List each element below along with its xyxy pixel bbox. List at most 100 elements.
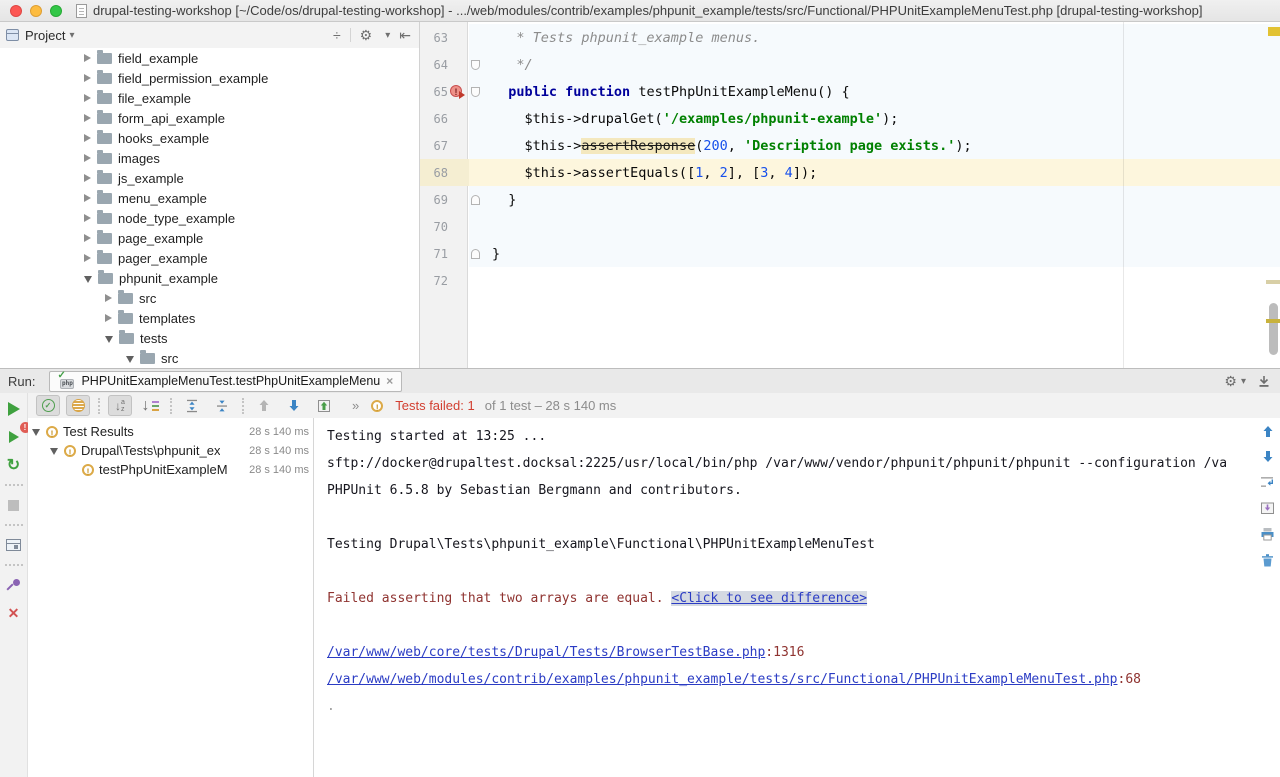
soft-wrap-button[interactable] (1260, 475, 1275, 489)
gutter-icon-slot[interactable] (448, 111, 466, 127)
chevron-collapsed-icon[interactable] (84, 254, 91, 262)
fold-marker-icon[interactable] (471, 60, 480, 70)
chevron-collapsed-icon[interactable] (84, 134, 91, 142)
fold-marker-icon[interactable] (471, 87, 480, 97)
close-tool-window-button[interactable]: ✕ (4, 602, 24, 624)
code-line[interactable]: 66 $this->drupalGet('/examples/phpunit-e… (420, 105, 1280, 132)
previous-failed-test-button[interactable] (252, 395, 276, 416)
chevron-collapsed-icon[interactable] (84, 214, 91, 222)
chevron-collapsed-icon[interactable] (84, 194, 91, 202)
fold-marker-slot[interactable] (466, 87, 484, 97)
hide-panel-icon[interactable]: ⇤ (399, 28, 411, 42)
project-tree-item[interactable]: menu_example (0, 188, 419, 208)
chevron-expanded-icon[interactable] (32, 429, 40, 436)
line-number[interactable]: 72 (420, 274, 448, 288)
fold-marker-icon[interactable] (471, 249, 480, 259)
code-line[interactable]: 65! public function testPhpUnitExampleMe… (420, 78, 1280, 105)
window-zoom-button[interactable] (50, 5, 62, 17)
code-line[interactable]: 70 (420, 213, 1280, 240)
project-tree-item[interactable]: page_example (0, 228, 419, 248)
gutter-icon-slot[interactable] (448, 273, 466, 289)
fold-marker-slot[interactable] (466, 60, 484, 70)
rerun-failed-tests-button[interactable]: ! (4, 426, 24, 448)
code-line[interactable]: 67 $this->assertResponse(200, 'Descripti… (420, 132, 1280, 159)
project-tree-item[interactable]: js_example (0, 168, 419, 188)
code-line[interactable]: 69 } (420, 186, 1280, 213)
gutter-icon-slot[interactable] (448, 30, 466, 46)
gutter-icon-slot[interactable] (448, 192, 466, 208)
line-number[interactable]: 70 (420, 220, 448, 234)
up-stack-trace-button[interactable] (1262, 425, 1274, 438)
test-result-row[interactable]: !testPhpUnitExampleM28 s 140 ms (28, 460, 313, 479)
restore-layout-button[interactable] (4, 534, 24, 556)
collapse-all-button[interactable] (210, 395, 234, 416)
code-line[interactable]: 72 (420, 267, 1280, 294)
window-minimize-button[interactable] (30, 5, 42, 17)
project-tree-item[interactable]: tests (0, 328, 419, 348)
chevron-collapsed-icon[interactable] (105, 314, 112, 322)
hide-tool-window-icon[interactable] (1258, 375, 1270, 388)
code-line[interactable]: 64 */ (420, 51, 1280, 78)
gutter-icon-slot[interactable]: ! (448, 84, 466, 100)
chevron-collapsed-icon[interactable] (84, 154, 91, 162)
failed-test-gutter-icon[interactable]: ! (450, 85, 462, 97)
run-tab[interactable]: ✓ php PHPUnitExampleMenuTest.testPhpUnit… (49, 371, 402, 392)
error-stripe-mark[interactable] (1266, 319, 1280, 323)
console-link[interactable]: /var/www/web/core/tests/Drupal/Tests/Bro… (327, 645, 765, 660)
show-passed-button[interactable]: ✓ (36, 395, 60, 416)
project-tree-item[interactable]: field_permission_example (0, 68, 419, 88)
code-line[interactable]: 63 * Tests phpunit_example menus. (420, 24, 1280, 51)
chevron-collapsed-icon[interactable] (84, 234, 91, 242)
project-panel-title[interactable]: Project (25, 28, 65, 43)
close-icon[interactable]: × (386, 374, 393, 388)
chevron-expanded-icon[interactable] (126, 356, 134, 363)
fold-marker-slot[interactable] (466, 195, 484, 205)
chevron-down-icon[interactable]: ▾ (69, 30, 74, 41)
print-icon[interactable] (1260, 527, 1275, 541)
select-opened-file-icon[interactable]: ÷ (333, 28, 341, 42)
project-tree-item[interactable]: images (0, 148, 419, 168)
export-test-results-button[interactable] (312, 395, 336, 416)
more-icon[interactable]: » (352, 398, 359, 413)
project-tree-item[interactable]: hooks_example (0, 128, 419, 148)
project-tree-item[interactable]: src (0, 288, 419, 308)
sort-by-duration-button[interactable]: ↓ (138, 395, 162, 416)
project-tree-item[interactable]: node_type_example (0, 208, 419, 228)
code-line[interactable]: 68 $this->assertEquals([1, 2], [3, 4]); (420, 159, 1280, 186)
down-stack-trace-button[interactable] (1262, 450, 1274, 463)
show-ignored-button[interactable] (66, 395, 90, 416)
project-tree-item[interactable]: src (0, 348, 419, 368)
line-number[interactable]: 64 (420, 58, 448, 72)
chevron-collapsed-icon[interactable] (84, 174, 91, 182)
line-number[interactable]: 69 (420, 193, 448, 207)
line-number[interactable]: 66 (420, 112, 448, 126)
project-tree-item[interactable]: pager_example (0, 248, 419, 268)
stop-button[interactable] (4, 494, 24, 516)
code-editor[interactable]: 63 * Tests phpunit_example menus.64 */65… (420, 22, 1280, 368)
line-number[interactable]: 65 (420, 85, 448, 99)
expand-all-button[interactable] (180, 395, 204, 416)
project-tree-item[interactable]: templates (0, 308, 419, 328)
project-tree-item[interactable]: file_example (0, 88, 419, 108)
chevron-collapsed-icon[interactable] (84, 54, 91, 62)
gutter-icon-slot[interactable] (448, 165, 466, 181)
gear-icon[interactable]: ⚙ (1224, 374, 1237, 388)
gutter-icon-slot[interactable] (448, 57, 466, 73)
chevron-collapsed-icon[interactable] (84, 74, 91, 82)
project-tree-item[interactable]: field_example (0, 48, 419, 68)
error-stripe-mark[interactable] (1266, 280, 1280, 284)
line-number[interactable]: 68 (420, 166, 448, 180)
gutter-icon-slot[interactable] (448, 219, 466, 235)
chevron-collapsed-icon[interactable] (84, 114, 91, 122)
next-failed-test-button[interactable] (282, 395, 306, 416)
rerun-button[interactable] (4, 398, 24, 420)
editor-scrollbar[interactable] (1269, 303, 1278, 355)
gear-icon[interactable]: ⚙ (360, 28, 373, 42)
test-result-row[interactable]: !Test Results28 s 140 ms (28, 422, 313, 441)
toggle-auto-test-button[interactable]: ↻ (4, 454, 24, 476)
test-result-row[interactable]: !Drupal\Tests\phpunit_ex28 s 140 ms (28, 441, 313, 460)
gutter-icon-slot[interactable] (448, 246, 466, 262)
line-number[interactable]: 63 (420, 31, 448, 45)
code-line[interactable]: 71} (420, 240, 1280, 267)
scroll-to-end-button[interactable] (1260, 501, 1275, 515)
